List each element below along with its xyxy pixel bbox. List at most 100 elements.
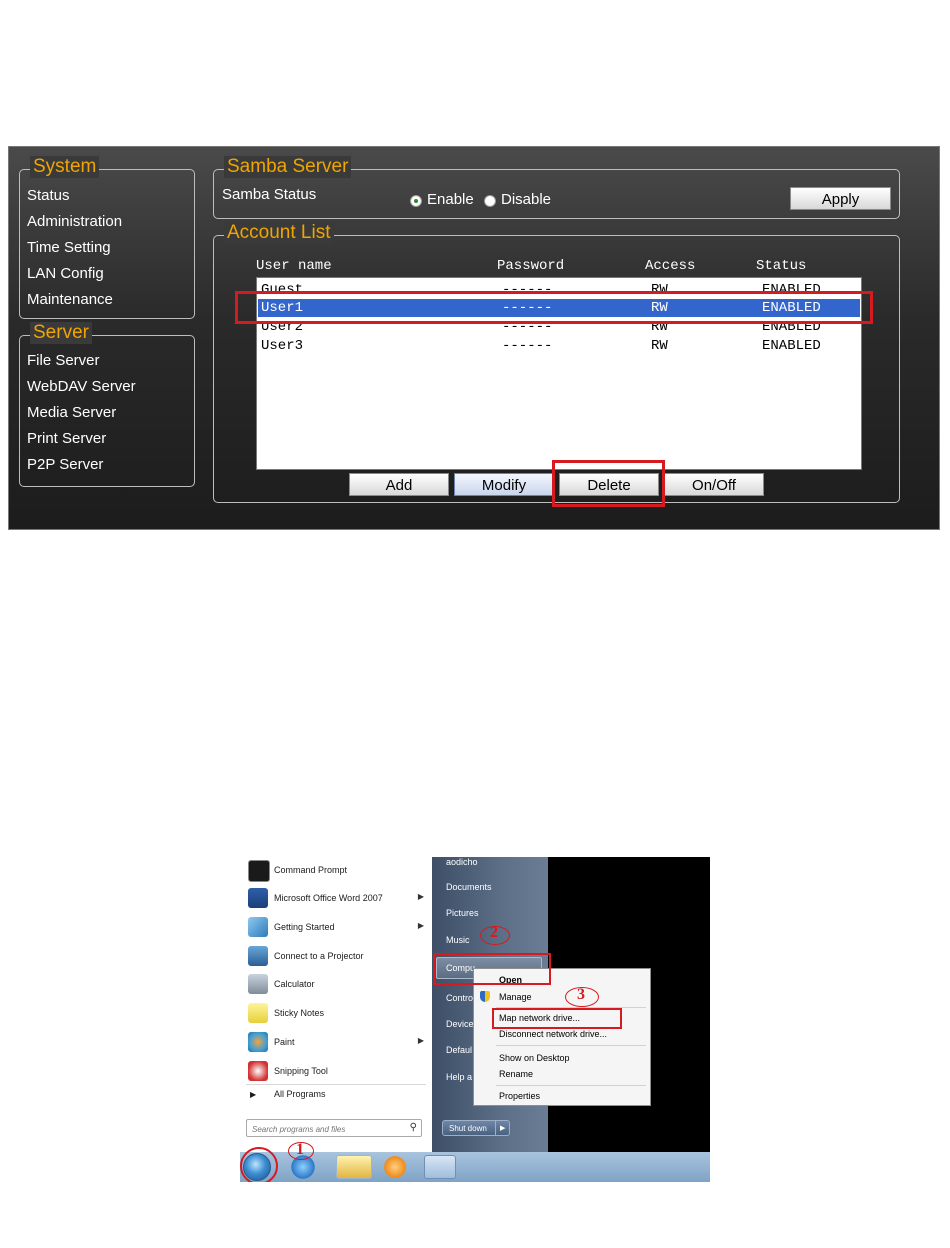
ctx-disconnect-network-drive[interactable]: Disconnect network drive... (499, 1029, 607, 1039)
menu-paint[interactable]: Paint ▶ (246, 1030, 430, 1056)
disable-radio[interactable] (484, 195, 496, 207)
calculator-icon (248, 974, 268, 994)
nav-time-setting[interactable]: Time Setting (27, 239, 111, 256)
nav-maintenance[interactable]: Maintenance (27, 291, 113, 308)
nav-status[interactable]: Status (27, 187, 70, 204)
explorer-folder-icon[interactable] (336, 1155, 372, 1179)
media-player-icon[interactable] (380, 1155, 410, 1179)
disable-radio-group[interactable]: Disable (484, 191, 564, 208)
place-documents[interactable]: Documents (446, 882, 492, 892)
menu-getting-started[interactable]: Getting Started ▶ (246, 915, 430, 941)
cell-status: ENABLED (762, 282, 821, 298)
menu-word-2007[interactable]: Microsoft Office Word 2007 ▶ (246, 886, 430, 912)
getting-started-icon (248, 917, 268, 937)
place-music[interactable]: Music (446, 935, 470, 945)
modify-button[interactable]: Modify (454, 473, 554, 496)
paint-icon (248, 1032, 268, 1052)
place-default-programs[interactable]: Defaul (446, 1045, 472, 1055)
nav-file-server[interactable]: File Server (27, 352, 100, 369)
cell-user: User1 (261, 300, 304, 316)
col-user-name: User name (256, 258, 332, 274)
start-search-box[interactable]: ⚲ (246, 1119, 422, 1137)
nav-webdav-server[interactable]: WebDAV Server (27, 378, 136, 395)
shutdown-label: Shut down (449, 1124, 487, 1133)
menu-divider (246, 1084, 426, 1085)
shutdown-button[interactable]: Shut down ▶ (442, 1120, 510, 1136)
enable-label: Enable (427, 191, 474, 208)
place-devices[interactable]: Device (446, 1019, 474, 1029)
submenu-arrow-icon: ▶ (417, 892, 424, 901)
all-programs[interactable]: ▶ All Programs (246, 1089, 416, 1103)
onoff-button[interactable]: On/Off (664, 473, 764, 496)
ctx-show-on-desktop[interactable]: Show on Desktop (499, 1053, 570, 1063)
cell-password: ------ (502, 282, 553, 298)
place-user[interactable]: aodicho (446, 857, 478, 867)
account-row-user1-selected[interactable]: User1 ------ RW ENABLED (258, 299, 860, 317)
menu-snipping-tool[interactable]: Snipping Tool (246, 1059, 430, 1085)
submenu-arrow-icon: ▶ (417, 1036, 424, 1045)
cell-password: ------ (502, 338, 553, 354)
nav-administration[interactable]: Administration (27, 213, 122, 230)
menu-sticky-notes[interactable]: Sticky Notes (246, 1001, 430, 1027)
account-row-guest[interactable]: Guest ------ RW ENABLED (258, 281, 860, 299)
cell-user: User2 (261, 319, 304, 335)
cell-access: RW (651, 319, 668, 335)
nav-p2p-server[interactable]: P2P Server (27, 456, 103, 473)
delete-button[interactable]: Delete (559, 473, 659, 496)
cell-user: Guest (261, 282, 304, 298)
windows-start-menu-screenshot: Command Prompt Microsoft Office Word 200… (240, 857, 710, 1182)
ctx-divider (496, 1045, 646, 1046)
nav-lan-config[interactable]: LAN Config (27, 265, 104, 282)
word-taskbar-icon[interactable] (424, 1155, 456, 1179)
cell-password: ------ (502, 300, 553, 316)
enable-radio[interactable] (410, 195, 422, 207)
system-group: System Status Administration Time Settin… (19, 156, 195, 319)
nav-print-server[interactable]: Print Server (27, 430, 106, 447)
ctx-manage[interactable]: Manage (499, 992, 532, 1002)
ctx-divider (496, 1085, 646, 1086)
menu-command-prompt[interactable]: Command Prompt (246, 858, 430, 884)
samba-status-label: Samba Status (222, 186, 317, 203)
shutdown-separator (495, 1121, 496, 1135)
command-prompt-icon (248, 860, 270, 882)
place-pictures[interactable]: Pictures (446, 908, 479, 918)
shutdown-arrow-icon[interactable]: ▶ (500, 1121, 505, 1137)
menu-calculator[interactable]: Calculator (246, 972, 430, 998)
account-listbox[interactable]: Guest ------ RW ENABLED User1 ------ RW … (256, 277, 862, 470)
cell-status: ENABLED (762, 300, 821, 316)
enable-radio-group[interactable]: Enable (410, 191, 490, 208)
account-list-legend: Account List (224, 222, 334, 244)
ctx-open[interactable]: Open (499, 975, 522, 985)
samba-server-group: Samba Server Samba Status Enable Disable… (213, 156, 900, 219)
cell-access: RW (651, 300, 668, 316)
start-search-input[interactable] (250, 1121, 402, 1137)
sticky-notes-icon (248, 1003, 268, 1023)
disable-label: Disable (501, 191, 552, 208)
magnifier-search-icon[interactable]: ⚲ (410, 1122, 417, 1133)
apply-button[interactable]: Apply (790, 187, 891, 210)
snipping-tool-icon (248, 1061, 268, 1081)
server-group: Server File Server WebDAV Server Media S… (19, 322, 195, 487)
col-password: Password (497, 258, 565, 274)
add-button[interactable]: Add (349, 473, 449, 496)
menu-connect-projector[interactable]: Connect to a Projector (246, 944, 430, 970)
nav-media-server[interactable]: Media Server (27, 404, 116, 421)
place-help[interactable]: Help a (446, 1072, 472, 1082)
ctx-divider (496, 1007, 646, 1008)
annotation-number-3: 3 (577, 986, 585, 1003)
annotation-number-2: 2 (490, 924, 498, 941)
cell-access: RW (651, 338, 668, 354)
account-row-user3[interactable]: User3 ------ RW ENABLED (258, 337, 860, 355)
ctx-map-network-drive[interactable]: Map network drive... (499, 1013, 580, 1023)
place-computer[interactable]: Compu (446, 963, 475, 973)
start-menu-programs-pane: Command Prompt Microsoft Office Word 200… (240, 857, 432, 1152)
cell-password: ------ (502, 319, 553, 335)
place-control-panel[interactable]: Contro (446, 993, 473, 1003)
start-orb-icon[interactable] (243, 1153, 271, 1181)
ctx-properties[interactable]: Properties (499, 1091, 540, 1101)
ctx-rename[interactable]: Rename (499, 1069, 533, 1079)
projector-icon (248, 946, 268, 966)
account-row-user2[interactable]: User2 ------ RW ENABLED (258, 318, 860, 336)
shield-icon (480, 991, 490, 1002)
submenu-arrow-icon: ▶ (417, 921, 424, 930)
